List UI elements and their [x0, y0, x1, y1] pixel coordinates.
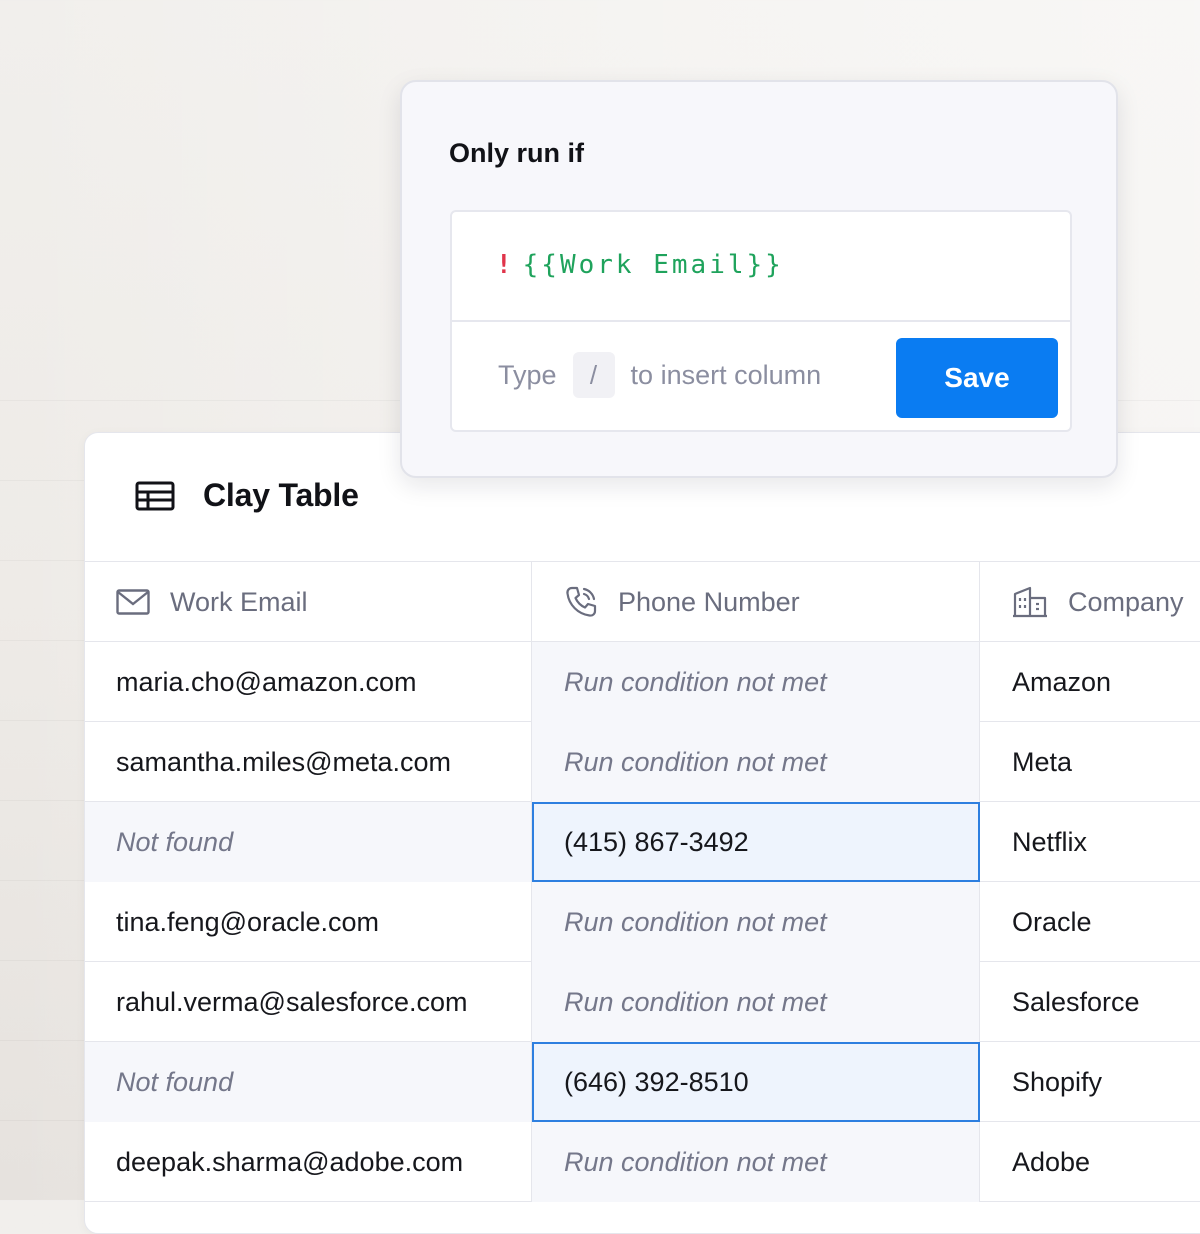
column-header-phone-number[interactable]: Phone Number	[532, 562, 980, 642]
building-icon	[1013, 586, 1047, 618]
phone-icon	[566, 586, 597, 617]
column-header-row: Work Email Phone Number Company	[85, 562, 1200, 642]
table-grid: Work Email Phone Number Company maria.ch…	[85, 562, 1200, 1202]
email-cell[interactable]: maria.cho@amazon.com	[85, 642, 532, 722]
not-operator: !	[496, 250, 515, 280]
column-header-company[interactable]: Company	[980, 562, 1200, 642]
phone-cell[interactable]: Run condition not met	[532, 722, 980, 802]
company-cell[interactable]: Amazon	[980, 642, 1200, 722]
company-cell[interactable]: Meta	[980, 722, 1200, 802]
save-button[interactable]: Save	[896, 338, 1058, 418]
insert-column-hint: Type / to insert column	[498, 352, 821, 398]
table-title: Clay Table	[203, 477, 359, 513]
phone-cell[interactable]: Run condition not met	[532, 882, 980, 962]
hint-prefix: Type	[498, 359, 557, 390]
table-row: tina.feng@oracle.com Run condition not m…	[85, 882, 1200, 962]
email-cell[interactable]: Not found	[85, 802, 532, 882]
table-row: samantha.miles@meta.com Run condition no…	[85, 722, 1200, 802]
mail-icon	[116, 589, 150, 615]
run-condition-popover: Only run if ! {{Work Email}} Type / to in…	[400, 80, 1118, 478]
hint-suffix: to insert column	[630, 359, 822, 390]
clay-table: Clay Table Work Email Phone Number Compa…	[84, 432, 1200, 1234]
company-cell[interactable]: Netflix	[980, 802, 1200, 882]
phone-cell[interactable]: Run condition not met	[532, 642, 980, 722]
slash-key-badge: /	[572, 352, 615, 398]
table-row: maria.cho@amazon.com Run condition not m…	[85, 642, 1200, 722]
email-cell[interactable]: tina.feng@oracle.com	[85, 882, 532, 962]
email-cell[interactable]: Not found	[85, 1042, 532, 1122]
table-row: Not found (415) 867-3492 Netflix	[85, 802, 1200, 882]
phone-cell[interactable]: Run condition not met	[532, 1122, 980, 1202]
table-icon	[135, 481, 175, 511]
condition-input[interactable]: ! {{Work Email}}	[452, 212, 1070, 322]
column-header-label: Work Email	[170, 586, 308, 617]
company-cell[interactable]: Adobe	[980, 1122, 1200, 1202]
company-cell[interactable]: Oracle	[980, 882, 1200, 962]
column-header-label: Company	[1068, 586, 1184, 617]
email-cell[interactable]: samantha.miles@meta.com	[85, 722, 532, 802]
table-row: Not found (646) 392-8510 Shopify	[85, 1042, 1200, 1122]
company-cell[interactable]: Shopify	[980, 1042, 1200, 1122]
phone-cell[interactable]: Run condition not met	[532, 962, 980, 1042]
column-header-label: Phone Number	[618, 586, 800, 617]
email-cell[interactable]: deepak.sharma@adobe.com	[85, 1122, 532, 1202]
phone-cell-selected[interactable]: (415) 867-3492	[532, 802, 980, 882]
popover-title: Only run if	[449, 138, 584, 168]
company-cell[interactable]: Salesforce	[980, 962, 1200, 1042]
column-token-work-email[interactable]: {{Work Email}}	[523, 250, 784, 280]
table-row: rahul.verma@salesforce.com Run condition…	[85, 962, 1200, 1042]
table-row: deepak.sharma@adobe.com Run condition no…	[85, 1122, 1200, 1202]
condition-editor: ! {{Work Email}} Type / to insert column …	[450, 210, 1072, 432]
email-cell[interactable]: rahul.verma@salesforce.com	[85, 962, 532, 1042]
condition-expression: ! {{Work Email}}	[496, 250, 784, 280]
phone-cell-selected[interactable]: (646) 392-8510	[532, 1042, 980, 1122]
column-header-work-email[interactable]: Work Email	[85, 562, 532, 642]
